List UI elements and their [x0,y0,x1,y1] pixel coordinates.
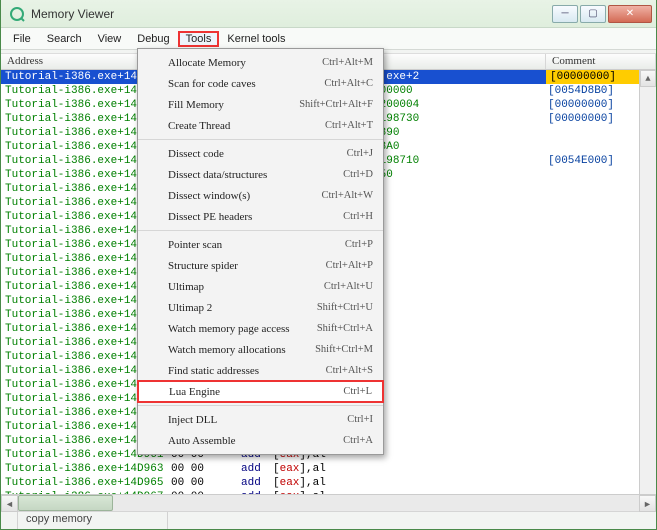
col-comment[interactable]: Comment [546,54,656,69]
status-copy-memory[interactable]: copy memory [18,512,168,529]
menu-item-shortcut: Ctrl+L [343,386,372,397]
menu-item-shortcut: Ctrl+Alt+S [326,365,373,376]
menu-item-shortcut: Ctrl+Alt+U [324,281,373,292]
scroll-up-icon[interactable]: ▲ [640,70,656,87]
cell-opcode: add [eax],al [241,476,546,490]
menu-item-shortcut: Ctrl+Alt+P [326,260,373,271]
minimize-button[interactable]: ─ [552,5,578,23]
menu-item-fill-memory[interactable]: Fill MemoryShift+Ctrl+Alt+F [138,94,383,115]
menu-item-shortcut: Ctrl+I [347,414,373,425]
menu-item-shortcut: Ctrl+J [347,148,373,159]
scroll-left-icon[interactable]: ◄ [1,495,18,512]
menu-item-ultimap[interactable]: UltimapCtrl+Alt+U [138,276,383,297]
menu-item-label: Dissect window(s) [168,190,321,202]
tools-menu-dropdown[interactable]: Allocate MemoryCtrl+Alt+MScan for code c… [137,48,384,455]
menu-item-create-thread[interactable]: Create ThreadCtrl+Alt+T [138,115,383,136]
menu-item-pointer-scan[interactable]: Pointer scanCtrl+P [138,234,383,255]
menu-item-dissect-data-structures[interactable]: Dissect data/structuresCtrl+D [138,164,383,185]
menu-item-shortcut: Shift+Ctrl+A [317,323,373,334]
menu-item-dissect-code[interactable]: Dissect codeCtrl+J [138,143,383,164]
menu-item-label: Pointer scan [168,239,345,251]
menu-search[interactable]: Search [39,31,90,47]
status-empty [168,512,656,529]
menu-item-label: Auto Assemble [168,435,343,447]
menu-item-label: Find static addresses [168,365,326,377]
menu-item-watch-memory-page-access[interactable]: Watch memory page accessShift+Ctrl+A [138,318,383,339]
menu-item-shortcut: Ctrl+Alt+M [322,57,373,68]
scroll-thumb[interactable] [18,495,113,511]
menu-item-label: Dissect code [168,148,347,160]
menu-item-label: Fill Memory [168,99,299,111]
menu-item-dissect-pe-headers[interactable]: Dissect PE headersCtrl+H [138,206,383,227]
menu-item-label: Lua Engine [169,386,343,398]
menu-item-shortcut: Ctrl+D [343,169,373,180]
menu-item-shortcut: Ctrl+Alt+W [321,190,373,201]
menu-view[interactable]: View [90,31,130,47]
menu-item-auto-assemble[interactable]: Auto AssembleCtrl+A [138,430,383,451]
cell-bytes: 00 00 [171,462,241,476]
status-bar: copy memory [1,511,656,529]
menu-item-dissect-window-s-[interactable]: Dissect window(s)Ctrl+Alt+W [138,185,383,206]
menu-debug[interactable]: Debug [129,31,177,47]
menu-file[interactable]: File [5,31,39,47]
window-title: Memory Viewer [31,7,552,21]
menu-item-watch-memory-allocations[interactable]: Watch memory allocationsShift+Ctrl+M [138,339,383,360]
menu-item-label: Inject DLL [168,414,347,426]
menu-item-shortcut: Shift+Ctrl+M [315,344,373,355]
disassembly-row[interactable]: Tutorial-i386.exe+14D96500 00add [eax],a… [1,476,656,490]
menu-item-shortcut: Ctrl+P [345,239,373,250]
menu-item-label: Create Thread [168,120,325,132]
menu-item-ultimap-2[interactable]: Ultimap 2Shift+Ctrl+U [138,297,383,318]
cell-bytes: 00 00 [171,476,241,490]
menu-item-label: Ultimap 2 [168,302,317,314]
status-spacer [1,512,18,529]
memory-viewer-window: Memory Viewer ─ ▢ ✕ FileSearchViewDebugT… [0,0,657,530]
window-buttons: ─ ▢ ✕ [552,5,652,23]
menu-tools[interactable]: Tools [178,31,220,47]
menu-item-label: Scan for code caves [168,78,324,90]
cell-opcode: add [eax],al [241,462,546,476]
menu-item-lua-engine[interactable]: Lua EngineCtrl+L [137,380,384,403]
menu-item-shortcut: Ctrl+Alt+C [324,78,373,89]
menu-item-label: Structure spider [168,260,326,272]
cell-address: Tutorial-i386.exe+14D963 [1,462,171,476]
menu-item-scan-for-code-caves[interactable]: Scan for code cavesCtrl+Alt+C [138,73,383,94]
menu-item-label: Ultimap [168,281,324,293]
menu-item-find-static-addresses[interactable]: Find static addressesCtrl+Alt+S [138,360,383,381]
menu-item-label: Allocate Memory [168,57,322,69]
menubar: FileSearchViewDebugToolsKernel tools [1,28,656,50]
scroll-right-icon[interactable]: ► [639,495,656,512]
menu-item-label: Watch memory page access [168,323,317,335]
menu-item-inject-dll[interactable]: Inject DLLCtrl+I [138,409,383,430]
menu-item-allocate-memory[interactable]: Allocate MemoryCtrl+Alt+M [138,52,383,73]
menu-item-shortcut: Ctrl+A [343,435,373,446]
menu-item-label: Watch memory allocations [168,344,315,356]
vertical-scrollbar[interactable]: ▲ [639,70,656,494]
cell-address: Tutorial-i386.exe+14D965 [1,476,171,490]
menu-item-shortcut: Ctrl+H [343,211,373,222]
menu-kernel-tools[interactable]: Kernel tools [219,31,293,47]
menu-item-shortcut: Shift+Ctrl+U [317,302,373,313]
close-button[interactable]: ✕ [608,5,652,23]
app-icon [9,6,25,22]
maximize-button[interactable]: ▢ [580,5,606,23]
horizontal-scrollbar[interactable]: ◄ ► [1,494,656,511]
titlebar[interactable]: Memory Viewer ─ ▢ ✕ [1,0,656,28]
disassembly-row[interactable]: Tutorial-i386.exe+14D96300 00add [eax],a… [1,462,656,476]
menu-item-label: Dissect data/structures [168,169,343,181]
menu-item-shortcut: Ctrl+Alt+T [325,120,373,131]
menu-item-shortcut: Shift+Ctrl+Alt+F [299,99,373,110]
menu-item-structure-spider[interactable]: Structure spiderCtrl+Alt+P [138,255,383,276]
menu-item-label: Dissect PE headers [168,211,343,223]
